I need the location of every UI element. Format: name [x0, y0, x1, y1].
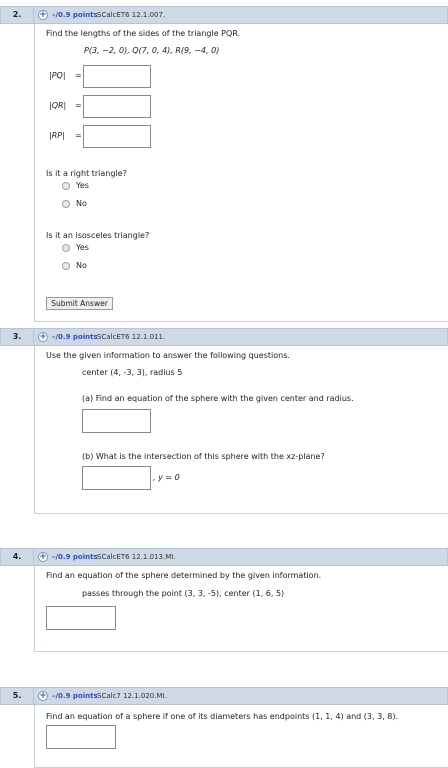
part-b-answer-input[interactable]	[82, 466, 151, 490]
rp-answer-input[interactable]	[83, 125, 151, 148]
right-yes-radio[interactable]	[62, 182, 70, 190]
points-label: –/0.9 points	[52, 11, 98, 19]
question-prompt: Use the given information to answer the …	[46, 351, 290, 360]
pq-answer-input[interactable]	[83, 65, 151, 88]
expand-plus-icon[interactable]: +	[38, 332, 48, 342]
source-label: SCalcET6 12.1.007.	[97, 11, 166, 19]
points-label: –/0.9 points	[52, 692, 98, 700]
equals-sign: =	[75, 131, 82, 140]
part-b-suffix: , y = 0	[153, 473, 180, 482]
question-number: 4.	[0, 548, 34, 566]
part-a-prompt: (a) Find an equation of the sphere with …	[82, 394, 354, 403]
qr-answer-input[interactable]	[83, 95, 151, 118]
iso-no-label: No	[76, 261, 87, 270]
label-rp: |RP|	[49, 131, 65, 140]
answer-input[interactable]	[46, 606, 116, 630]
right-no-label: No	[76, 199, 87, 208]
isosceles-question: Is it an isosceles triangle?	[46, 231, 150, 240]
question-header: + –/0.9 points SCalcET6 12.1.007.	[34, 6, 448, 24]
iso-yes-radio[interactable]	[62, 244, 70, 252]
part-a-answer-input[interactable]	[82, 409, 151, 433]
right-triangle-question: Is it a right triangle?	[46, 169, 127, 178]
question-body: Use the given information to answer the …	[34, 346, 448, 514]
right-yes-label: Yes	[76, 181, 89, 190]
question-number: 3.	[0, 328, 34, 346]
equals-sign: =	[75, 71, 82, 80]
source-label: SCalcET6 12.1.011.	[97, 333, 166, 341]
given-info: passes through the point (3, 3, -5), cen…	[82, 589, 285, 598]
points-label: –/0.9 points	[52, 333, 98, 341]
label-pq: |PQ|	[49, 71, 66, 80]
question-header: + –/0.9 points SCalcET6 12.1.011.	[34, 328, 448, 346]
submit-answer-button[interactable]: Submit Answer	[46, 297, 113, 310]
iso-yes-label: Yes	[76, 243, 89, 252]
triangle-points: P(3, −2, 0), Q(7, 0, 4), R(9, −4, 0)	[84, 46, 220, 55]
question-body: Find an equation of the sphere determine…	[34, 566, 448, 652]
points-label: –/0.9 points	[52, 553, 98, 561]
equals-sign: =	[75, 101, 82, 110]
right-no-radio[interactable]	[62, 200, 70, 208]
part-b-prompt: (b) What is the intersection of this sph…	[82, 452, 325, 461]
question-header: + –/0.9 points SCalcET6 12.1.013.MI.	[34, 548, 448, 566]
source-label: SCalcET6 12.1.013.MI.	[97, 553, 176, 561]
question-body: Find the lengths of the sides of the tri…	[34, 24, 448, 322]
question-number: 2.	[0, 6, 34, 24]
source-label: SCalc7 12.1.020.MI.	[97, 692, 167, 700]
question-prompt: Find the lengths of the sides of the tri…	[46, 29, 241, 38]
question-prompt: Find an equation of the sphere determine…	[46, 571, 322, 580]
label-qr: |QR|	[49, 101, 67, 110]
question-header: + –/0.9 points SCalc7 12.1.020.MI.	[34, 687, 448, 705]
iso-no-radio[interactable]	[62, 262, 70, 270]
expand-plus-icon[interactable]: +	[38, 552, 48, 562]
question-body: Find an equation of a sphere if one of i…	[34, 705, 448, 768]
question-number: 5.	[0, 687, 34, 705]
expand-plus-icon[interactable]: +	[38, 10, 48, 20]
question-prompt: Find an equation of a sphere if one of i…	[46, 712, 399, 721]
given-info: center (4, -3, 3), radius 5	[82, 368, 183, 377]
expand-plus-icon[interactable]: +	[38, 691, 48, 701]
answer-input[interactable]	[46, 725, 116, 749]
